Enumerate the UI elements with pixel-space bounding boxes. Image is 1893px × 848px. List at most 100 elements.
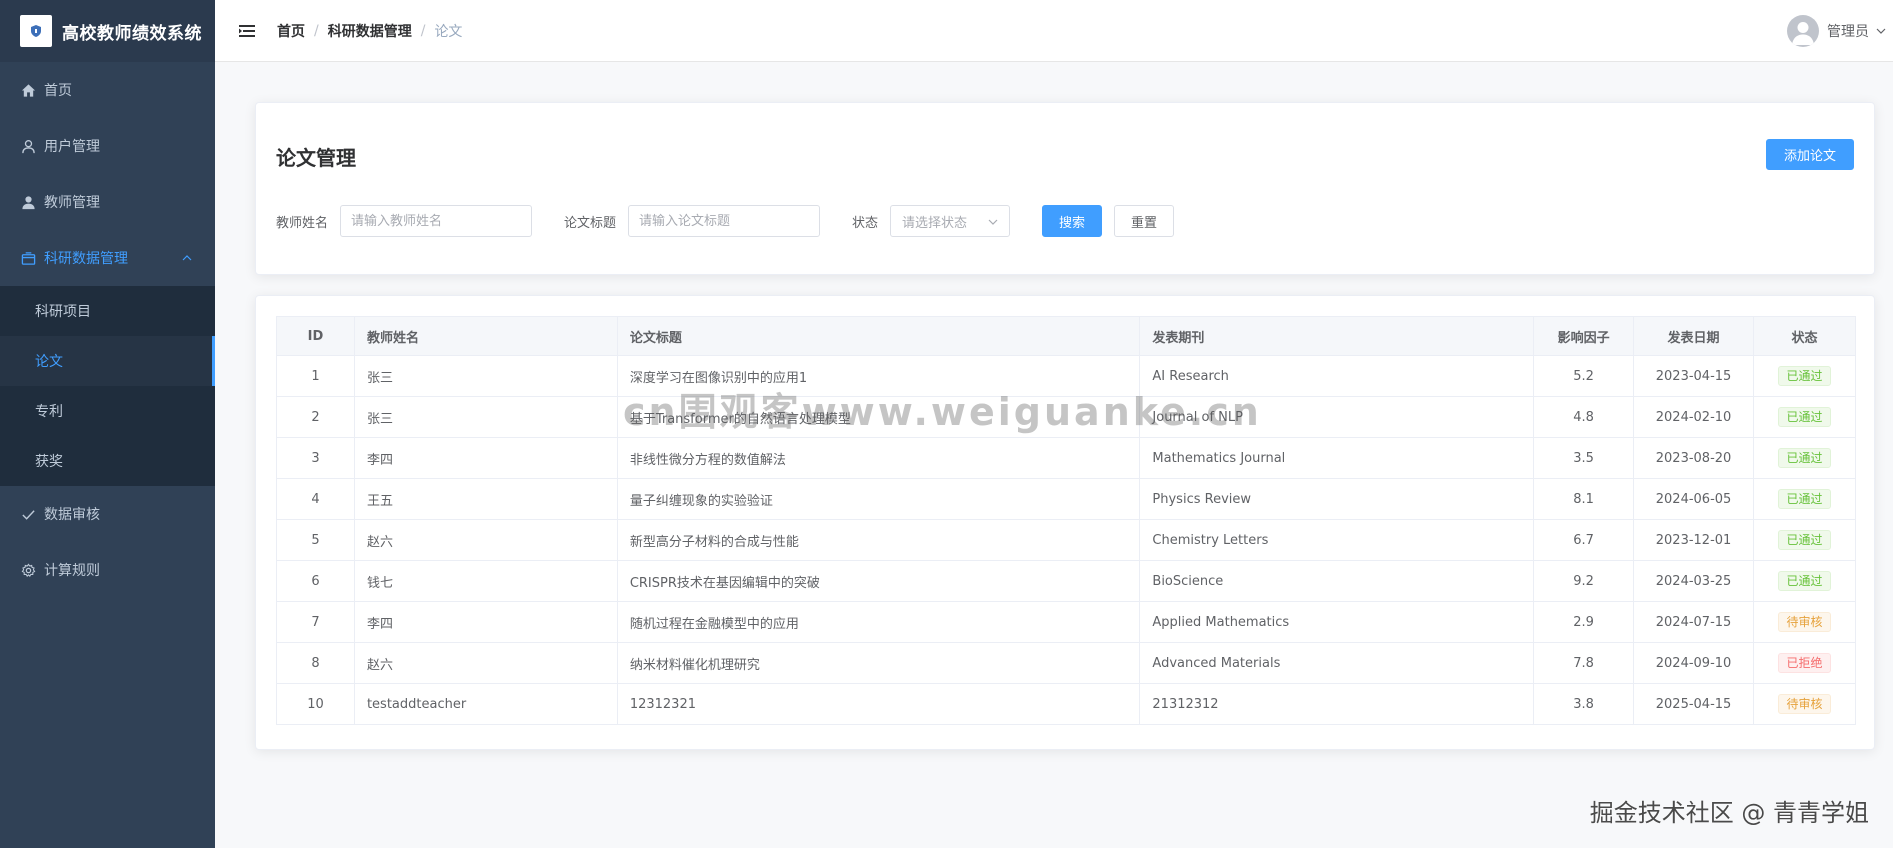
top-navbar: 首页 / 科研数据管理 / 论文 管理员 — [215, 0, 1893, 62]
cell-status: 已通过 — [1753, 396, 1856, 438]
sidebar-subitem-label: 专利 — [35, 404, 63, 420]
cell-title: 深度学习在图像识别中的应用1 — [616, 355, 1141, 397]
column-header: ID — [276, 316, 355, 356]
gear-icon — [20, 562, 36, 578]
cell-status: 已通过 — [1753, 437, 1856, 479]
cell-factor: 5.2 — [1533, 355, 1635, 397]
status-select[interactable]: 请选择状态 — [890, 205, 1011, 237]
table-row[interactable]: 5 赵六 新型高分子材料的合成与性能 Chemistry Letters 6.7… — [276, 519, 1856, 561]
sidebar-item-label: 首页 — [44, 83, 72, 99]
table-row[interactable]: 4 王五 量子纠缠现象的实验验证 Physics Review 8.1 2024… — [276, 478, 1856, 520]
breadcrumb-home[interactable]: 首页 — [277, 21, 305, 41]
sidebar-subitem-awards[interactable]: 获奖 — [0, 436, 215, 486]
cell-teacher: testaddteacher — [353, 683, 618, 725]
status-badge: 待审核 — [1778, 694, 1831, 714]
status-select-placeholder: 请选择状态 — [902, 215, 968, 231]
cell-teacher: 李四 — [353, 601, 618, 643]
cell-status: 已拒绝 — [1753, 642, 1856, 684]
cell-id: 6 — [276, 560, 355, 602]
table-row[interactable]: 8 赵六 纳米材料催化机理研究 Advanced Materials 7.8 2… — [276, 642, 1856, 684]
status-badge: 已通过 — [1778, 448, 1831, 468]
app-logo — [20, 15, 52, 47]
sidebar: 高校教师绩效系统 首页 用户管理 教师管理 科研数据管理 科研项目 论文 专利 … — [0, 0, 215, 848]
breadcrumb-separator: / — [314, 22, 319, 39]
cell-id: 5 — [276, 519, 355, 561]
breadcrumb-current: 论文 — [434, 23, 463, 40]
user-dropdown[interactable]: 管理员 — [1787, 15, 1887, 47]
sidebar-item-research-data[interactable]: 科研数据管理 — [0, 230, 215, 286]
user-name: 管理员 — [1827, 24, 1869, 40]
column-header: 状态 — [1753, 316, 1856, 356]
cell-title: 基于Transformer的自然语言处理模型 — [616, 396, 1141, 438]
cell-title: CRISPR技术在基因编辑中的突破 — [616, 560, 1141, 602]
cell-date: 2023-12-01 — [1633, 519, 1754, 561]
person-filled-icon — [20, 194, 36, 210]
brand: 高校教师绩效系统 — [0, 0, 215, 62]
cell-status: 待审核 — [1753, 601, 1856, 643]
column-header: 论文标题 — [616, 316, 1141, 356]
sidebar-item-label: 科研数据管理 — [44, 251, 128, 267]
hamburger-icon[interactable] — [237, 21, 257, 41]
sidebar-subitem-papers[interactable]: 论文 — [0, 336, 215, 386]
sidebar-item-users[interactable]: 用户管理 — [0, 118, 215, 174]
cell-factor: 3.8 — [1533, 683, 1635, 725]
cell-factor: 3.5 — [1533, 437, 1635, 479]
reset-button[interactable]: 重置 — [1114, 205, 1175, 237]
teacher-name-label: 教师姓名 — [276, 215, 329, 231]
sidebar-item-label: 用户管理 — [44, 139, 100, 155]
cell-journal: Advanced Materials — [1139, 642, 1535, 684]
cell-teacher: 张三 — [353, 396, 618, 438]
sidebar-item-teachers[interactable]: 教师管理 — [0, 174, 215, 230]
sidebar-subitem-projects[interactable]: 科研项目 — [0, 286, 215, 336]
cell-title: 非线性微分方程的数值解法 — [616, 437, 1141, 479]
teacher-name-input[interactable] — [340, 205, 533, 237]
avatar — [1787, 15, 1819, 47]
status-badge: 已通过 — [1778, 489, 1831, 509]
paper-title-input[interactable] — [628, 205, 821, 237]
cell-title: 随机过程在金融模型中的应用 — [616, 601, 1141, 643]
table-row[interactable]: 10 testaddteacher 12312321 21312312 3.8 … — [276, 683, 1856, 725]
status-badge: 已通过 — [1778, 571, 1831, 591]
column-header: 影响因子 — [1533, 316, 1635, 356]
home-icon — [20, 82, 36, 98]
status-badge: 已通过 — [1778, 530, 1831, 550]
cell-id: 2 — [276, 396, 355, 438]
column-header: 发表期刊 — [1139, 316, 1535, 356]
table-row[interactable]: 2 张三 基于Transformer的自然语言处理模型 Journal of N… — [276, 396, 1856, 438]
cell-journal: Mathematics Journal — [1139, 437, 1535, 479]
sidebar-menu: 首页 用户管理 教师管理 科研数据管理 科研项目 论文 专利 获奖 数据审核 计… — [0, 62, 215, 598]
status-badge: 已拒绝 — [1778, 653, 1831, 673]
cell-id: 8 — [276, 642, 355, 684]
cell-journal: Chemistry Letters — [1139, 519, 1535, 561]
breadcrumb-research-data[interactable]: 科研数据管理 — [328, 21, 412, 41]
sidebar-item-home[interactable]: 首页 — [0, 62, 215, 118]
sidebar-item-calc-rules[interactable]: 计算规则 — [0, 542, 215, 598]
breadcrumb: 首页 / 科研数据管理 / 论文 — [277, 21, 462, 41]
cell-date: 2024-06-05 — [1633, 478, 1754, 520]
table-row[interactable]: 7 李四 随机过程在金融模型中的应用 Applied Mathematics 2… — [276, 601, 1856, 643]
column-header: 发表日期 — [1633, 316, 1754, 356]
sidebar-submenu: 科研项目 论文 专利 获奖 — [0, 286, 215, 486]
main-content: 论文管理 添加论文 教师姓名 论文标题 状态 请选择状态 搜索 重置 ID — [215, 62, 1893, 848]
cell-factor: 7.8 — [1533, 642, 1635, 684]
table-row[interactable]: 3 李四 非线性微分方程的数值解法 Mathematics Journal 3.… — [276, 437, 1856, 479]
cell-journal: Journal of NLP — [1139, 396, 1535, 438]
app-title: 高校教师绩效系统 — [62, 23, 202, 44]
table-row[interactable]: 6 钱七 CRISPR技术在基因编辑中的突破 BioScience 9.2 20… — [276, 560, 1856, 602]
add-paper-button[interactable]: 添加论文 — [1766, 139, 1854, 170]
search-button[interactable]: 搜索 — [1042, 205, 1103, 237]
sidebar-item-data-review[interactable]: 数据审核 — [0, 486, 215, 542]
user-icon — [20, 138, 36, 154]
table-row[interactable]: 1 张三 深度学习在图像识别中的应用1 AI Research 5.2 2023… — [276, 355, 1856, 397]
cell-date: 2024-09-10 — [1633, 642, 1754, 684]
paper-title-label: 论文标题 — [564, 215, 617, 231]
cell-journal: Physics Review — [1139, 478, 1535, 520]
cell-date: 2025-04-15 — [1633, 683, 1754, 725]
sidebar-subitem-label: 获奖 — [35, 454, 63, 470]
cell-journal: BioScience — [1139, 560, 1535, 602]
column-header: 教师姓名 — [353, 316, 618, 356]
sidebar-subitem-patents[interactable]: 专利 — [0, 386, 215, 436]
table-card: ID 教师姓名 论文标题 发表期刊 影响因子 发表日期 状态 1 张三 深度学习… — [255, 295, 1875, 750]
chevron-up-icon — [182, 255, 192, 261]
cell-status: 已通过 — [1753, 519, 1856, 561]
